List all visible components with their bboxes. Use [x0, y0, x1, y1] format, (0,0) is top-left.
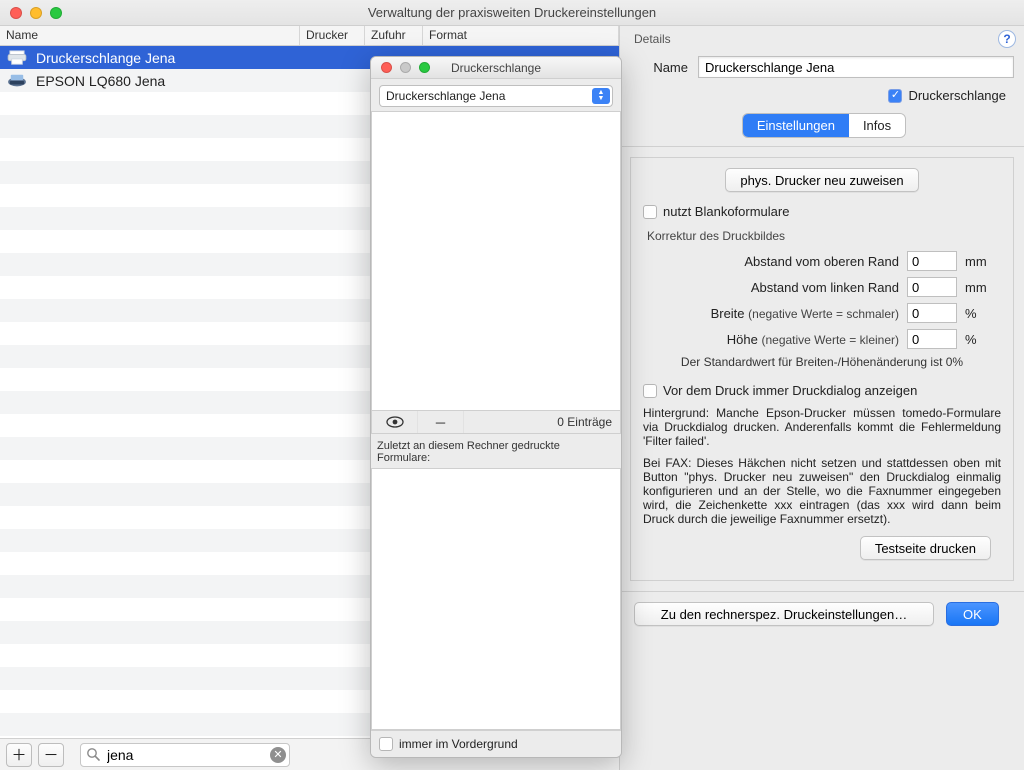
std-note: Der Standardwert für Breiten-/Höhenänder…: [643, 355, 1001, 369]
foreground-label: immer im Vordergrund: [399, 737, 518, 751]
calib-top-unit: mm: [965, 254, 1001, 269]
dialog-footer: Zu den rechnerspez. Druckeinstellungen… …: [620, 591, 1024, 636]
queue-window-controls: [381, 62, 430, 73]
info-paragraph-2: Bei FAX: Dieses Häkchen nicht setzen und…: [643, 456, 1001, 526]
printer-icon: [6, 49, 28, 67]
queue-combo[interactable]: Druckerschlange Jena ▲▼: [379, 85, 613, 107]
always-dialog-checkbox[interactable]: [643, 384, 657, 398]
calib-row-width: Breite (negative Werte = schmaler) %: [643, 303, 1001, 323]
queue-count: 0 Einträge: [464, 411, 620, 433]
col-header-drucker[interactable]: Drucker: [300, 26, 365, 45]
col-header-zufuhr[interactable]: Zufuhr: [365, 26, 423, 45]
queue-body: Druckerschlange Jena ▲▼ － 0 Einträge Zul…: [371, 79, 621, 757]
foreground-checkbox[interactable]: [379, 737, 393, 751]
queue-checkbox-label: Druckerschlange: [908, 88, 1006, 103]
name-label: Name: [634, 60, 688, 75]
name-row: Name: [634, 56, 1014, 78]
printer-icon: [6, 72, 28, 90]
queue-zoom-button[interactable]: [419, 62, 430, 73]
calib-row-top: Abstand vom oberen Rand mm: [643, 251, 1001, 271]
calib-left-field[interactable]: [907, 277, 957, 297]
queue-combo-value: Druckerschlange Jena: [386, 89, 505, 103]
window-title: Verwaltung der praxisweiten Druckereinst…: [8, 5, 1016, 20]
computer-settings-button[interactable]: Zu den rechnerspez. Druckeinstellungen…: [634, 602, 934, 626]
details-section-label: Details: [634, 32, 1014, 46]
always-dialog-label: Vor dem Druck immer Druckdialog anzeigen: [663, 383, 917, 398]
help-icon[interactable]: ?: [998, 30, 1016, 48]
printer-name: EPSON LQ680 Jena: [36, 73, 165, 89]
calib-label-left: Abstand vom linken Rand: [643, 280, 899, 295]
blank-forms-row: nutzt Blankoformulare: [643, 204, 1001, 219]
calib-label-top: Abstand vom oberen Rand: [643, 254, 899, 269]
calib-width-field[interactable]: [907, 303, 957, 323]
queue-minimize-button[interactable]: [400, 62, 411, 73]
details-header: Details Name Druckerschlange Einstellung…: [620, 26, 1024, 147]
assign-printer-button[interactable]: phys. Drucker neu zuweisen: [725, 168, 918, 192]
queue-remove-button[interactable]: －: [418, 411, 464, 433]
zoom-window-button[interactable]: [50, 7, 62, 19]
calib-height-field[interactable]: [907, 329, 957, 349]
correction-heading: Korrektur des Druckbildes: [643, 229, 1001, 243]
queue-checkbox[interactable]: [888, 89, 902, 103]
calib-height-unit: %: [965, 332, 1001, 347]
always-dialog-row: Vor dem Druck immer Druckdialog anzeigen: [643, 383, 1001, 398]
main-window: Verwaltung der praxisweiten Druckereinst…: [0, 0, 1024, 770]
queue-preview-button[interactable]: [372, 411, 418, 433]
name-field[interactable]: [698, 56, 1014, 78]
tab-infos[interactable]: Infos: [849, 114, 905, 137]
queue-footer: immer im Vordergrund: [371, 730, 621, 757]
queue-checkbox-row: Druckerschlange: [634, 88, 1014, 103]
tab-pair: Einstellungen Infos: [742, 113, 906, 138]
queue-close-button[interactable]: [381, 62, 392, 73]
calib-top-field[interactable]: [907, 251, 957, 271]
remove-button[interactable]: －: [38, 743, 64, 767]
queue-recent-list[interactable]: [371, 468, 621, 730]
calib-label-height: Höhe (negative Werte = kleiner): [643, 332, 899, 347]
window-controls: [10, 7, 62, 19]
queue-recent-label: Zuletzt an diesem Rechner gedruckte Form…: [377, 440, 615, 464]
queue-list[interactable]: [371, 111, 621, 411]
tab-settings[interactable]: Einstellungen: [743, 114, 849, 137]
calib-row-height: Höhe (negative Werte = kleiner) %: [643, 329, 1001, 349]
col-header-format[interactable]: Format: [423, 26, 619, 45]
titlebar: Verwaltung der praxisweiten Druckereinst…: [0, 0, 1024, 26]
ok-button[interactable]: OK: [946, 602, 999, 626]
printer-name: Druckerschlange Jena: [36, 50, 175, 66]
col-header-name[interactable]: Name: [0, 26, 300, 45]
queue-toolbar: － 0 Einträge: [371, 411, 621, 434]
calibration-rows: Abstand vom oberen Rand mm Abstand vom l…: [643, 251, 1001, 369]
search-field-wrap: ✕: [80, 743, 290, 767]
details-pane: ? Details Name Druckerschlange Einstellu…: [620, 26, 1024, 770]
tabs: Einstellungen Infos: [634, 113, 1014, 138]
search-input[interactable]: [80, 743, 290, 767]
close-window-button[interactable]: [10, 7, 22, 19]
info-paragraph-1: Hintergrund: Manche Epson-Drucker müssen…: [643, 406, 1001, 448]
calib-label-width: Breite (negative Werte = schmaler): [643, 306, 899, 321]
add-button[interactable]: ＋: [6, 743, 32, 767]
chevron-updown-icon: ▲▼: [592, 88, 610, 104]
settings-foot: Testseite drucken: [643, 526, 1001, 570]
calib-width-unit: %: [965, 306, 1001, 321]
calib-row-left: Abstand vom linken Rand mm: [643, 277, 1001, 297]
blank-forms-checkbox[interactable]: [643, 205, 657, 219]
minimize-window-button[interactable]: [30, 7, 42, 19]
clear-search-icon[interactable]: ✕: [270, 747, 286, 763]
search-icon: [86, 747, 100, 764]
queue-window[interactable]: Druckerschlange Druckerschlange Jena ▲▼ …: [370, 56, 622, 758]
blank-forms-label: nutzt Blankoformulare: [663, 204, 789, 219]
settings-panel: phys. Drucker neu zuweisen nutzt Blankof…: [630, 157, 1014, 581]
queue-titlebar: Druckerschlange: [371, 57, 621, 79]
calib-left-unit: mm: [965, 280, 1001, 295]
list-header: Name Drucker Zufuhr Format: [0, 26, 619, 46]
testpage-button[interactable]: Testseite drucken: [860, 536, 991, 560]
